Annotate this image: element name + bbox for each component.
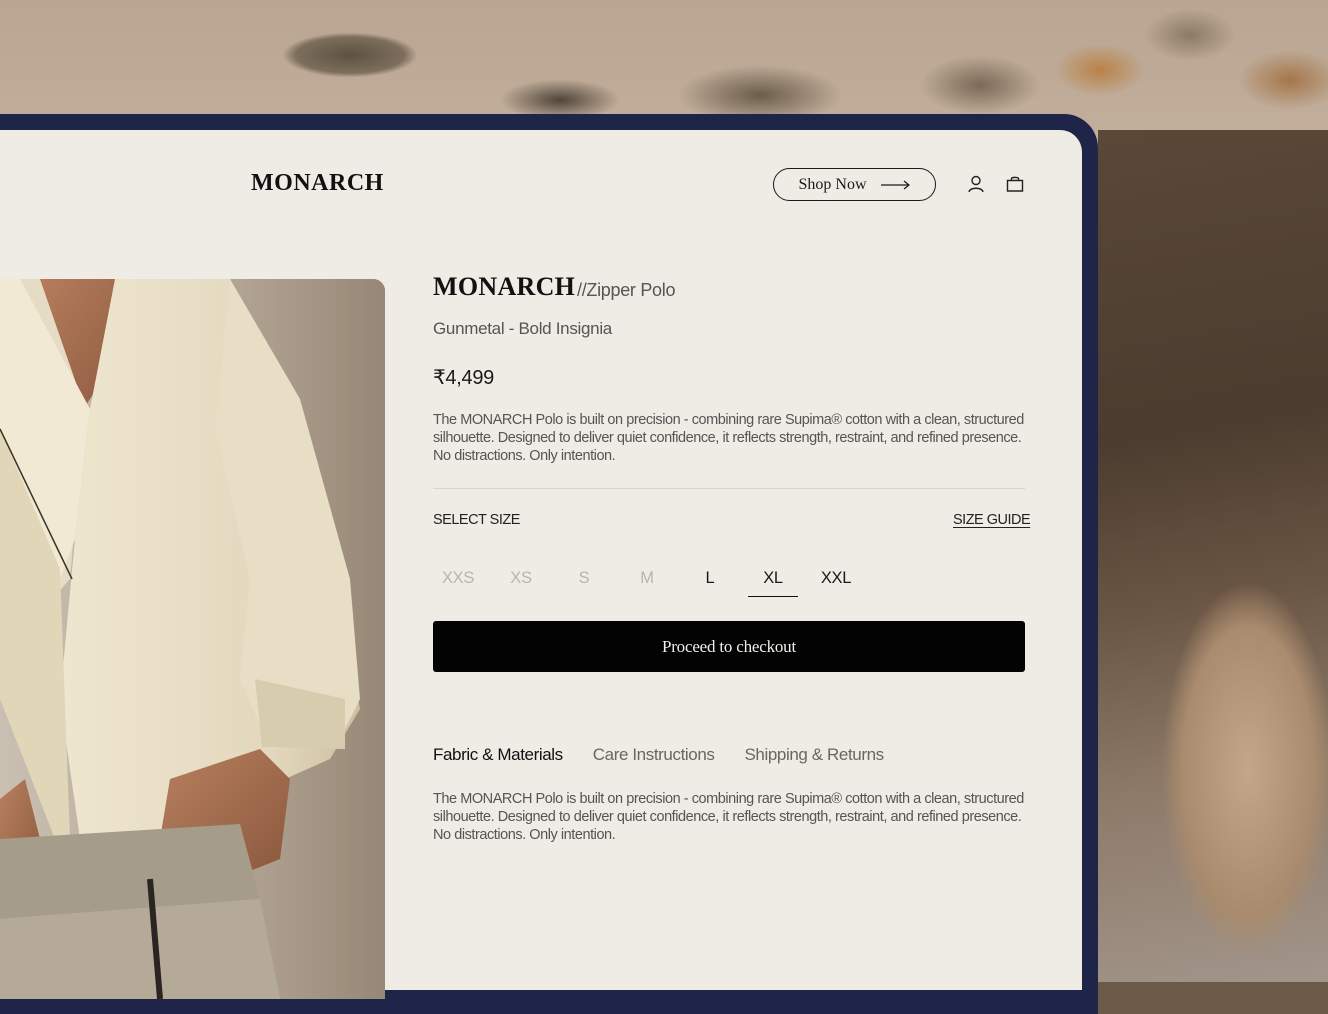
size-option-xxs[interactable]: XXS bbox=[433, 560, 483, 597]
size-option-xs[interactable]: XS bbox=[496, 560, 546, 597]
user-icon bbox=[968, 175, 984, 193]
size-option-s[interactable]: S bbox=[559, 560, 609, 597]
tab-care-instructions[interactable]: Care Instructions bbox=[593, 745, 715, 765]
proceed-to-checkout-button[interactable]: Proceed to checkout bbox=[433, 621, 1025, 672]
cart-button[interactable] bbox=[1005, 174, 1027, 196]
site-logo[interactable]: MONARCH bbox=[251, 170, 384, 197]
shop-now-button[interactable]: Shop Now bbox=[773, 168, 936, 201]
product-brand: MONARCH bbox=[433, 272, 576, 301]
size-option-l[interactable]: L bbox=[685, 560, 735, 597]
arrow-right-icon bbox=[880, 180, 910, 189]
size-guide-link[interactable]: SIZE GUIDE bbox=[953, 512, 1031, 528]
account-button[interactable] bbox=[966, 174, 988, 196]
size-option-xxl[interactable]: XXL bbox=[811, 560, 861, 597]
product-variant: Gunmetal - Bold Insignia bbox=[433, 319, 612, 338]
model-wearing-polo-illustration bbox=[0, 279, 385, 999]
tab-content: The MONARCH Polo is built on precision -… bbox=[433, 791, 1024, 843]
product-info-tabs: Fabric & Materials Care Instructions Shi… bbox=[433, 745, 884, 765]
product-model: //Zipper Polo bbox=[577, 280, 676, 300]
product-description: The MONARCH Polo is built on precision -… bbox=[433, 412, 1024, 464]
product-price: ₹4,499 bbox=[433, 367, 494, 389]
tab-shipping-returns[interactable]: Shipping & Returns bbox=[744, 745, 884, 765]
tab-fabric-materials[interactable]: Fabric & Materials bbox=[433, 745, 563, 765]
size-options: XXS XS S M L XL XXL bbox=[433, 560, 874, 597]
shopping-bag-icon bbox=[1006, 176, 1024, 192]
size-option-xl[interactable]: XL bbox=[748, 560, 798, 597]
product-image bbox=[0, 279, 385, 999]
select-size-label: SELECT SIZE bbox=[433, 512, 520, 528]
section-divider bbox=[433, 488, 1025, 489]
background-rocks bbox=[1098, 130, 1328, 982]
size-option-m[interactable]: M bbox=[622, 560, 672, 597]
shop-now-label: Shop Now bbox=[798, 175, 867, 193]
